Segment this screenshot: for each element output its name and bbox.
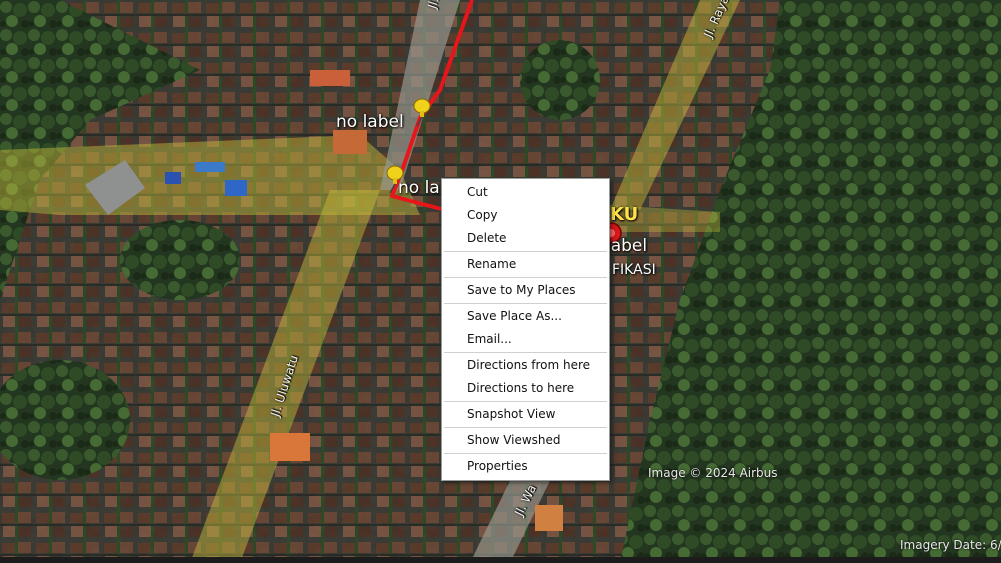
menu-item-delete[interactable]: Delete <box>442 227 609 250</box>
menu-separator <box>444 427 607 428</box>
menu-item-save-to-my-places[interactable]: Save to My Places <box>442 279 609 302</box>
menu-item-properties[interactable]: Properties <box>442 455 609 478</box>
menu-item-email[interactable]: Email... <box>442 328 609 351</box>
menu-separator <box>444 251 607 252</box>
status-bar <box>0 557 1001 563</box>
menu-item-cut[interactable]: Cut <box>442 181 609 204</box>
placemark-label[interactable]: no la <box>398 178 440 198</box>
yellow-pushpin-icon[interactable] <box>411 98 433 128</box>
context-menu: Cut Copy Delete Rename Save to My Places… <box>441 178 610 481</box>
placemark-label-partial[interactable]: FIKASI <box>612 262 656 278</box>
placemark-label[interactable]: label <box>606 236 647 256</box>
imagery-date: Imagery Date: 6/2 <box>900 538 1001 552</box>
placemark-label[interactable]: no label <box>336 112 404 132</box>
menu-separator <box>444 352 607 353</box>
menu-item-directions-to-here[interactable]: Directions to here <box>442 377 609 400</box>
menu-separator <box>444 453 607 454</box>
placemark-label-partial[interactable]: KU <box>610 204 638 225</box>
menu-separator <box>444 401 607 402</box>
imagery-credit: Image © 2024 Airbus <box>648 466 778 480</box>
menu-item-rename[interactable]: Rename <box>442 253 609 276</box>
menu-item-show-viewshed[interactable]: Show Viewshed <box>442 429 609 452</box>
menu-item-snapshot-view[interactable]: Snapshot View <box>442 403 609 426</box>
menu-item-directions-from-here[interactable]: Directions from here <box>442 354 609 377</box>
menu-separator <box>444 277 607 278</box>
menu-separator <box>444 303 607 304</box>
menu-item-save-place-as[interactable]: Save Place As... <box>442 305 609 328</box>
menu-item-copy[interactable]: Copy <box>442 204 609 227</box>
